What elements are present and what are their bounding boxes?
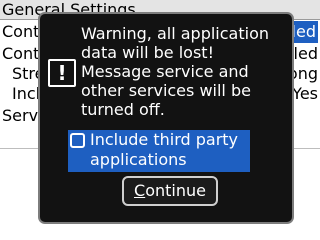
- warning-dialog: ! Warning, all application data will be …: [38, 12, 294, 224]
- message-line: Warning, all application: [81, 24, 269, 43]
- continue-button[interactable]: Continue: [122, 176, 218, 206]
- setting-value[interactable]: Yes: [292, 83, 318, 105]
- continue-label-rest: ontinue: [145, 181, 206, 200]
- checkbox-label-line: Include third party: [90, 130, 239, 149]
- checkbox-label-line: applications: [90, 150, 187, 169]
- message-line: turned off.: [81, 100, 165, 119]
- include-third-party-option[interactable]: Include third party applications: [68, 130, 250, 172]
- message-line: other services will be: [81, 81, 251, 100]
- include-third-party-label: Include third party applications: [90, 130, 250, 170]
- message-line: Message service and: [81, 62, 249, 81]
- continue-mnemonic: C: [134, 181, 146, 200]
- exclamation-icon: !: [48, 59, 76, 87]
- include-third-party-checkbox[interactable]: [70, 133, 85, 148]
- warning-message: Warning, all application data will be lo…: [81, 24, 291, 119]
- message-line: data will be lost!: [81, 43, 214, 62]
